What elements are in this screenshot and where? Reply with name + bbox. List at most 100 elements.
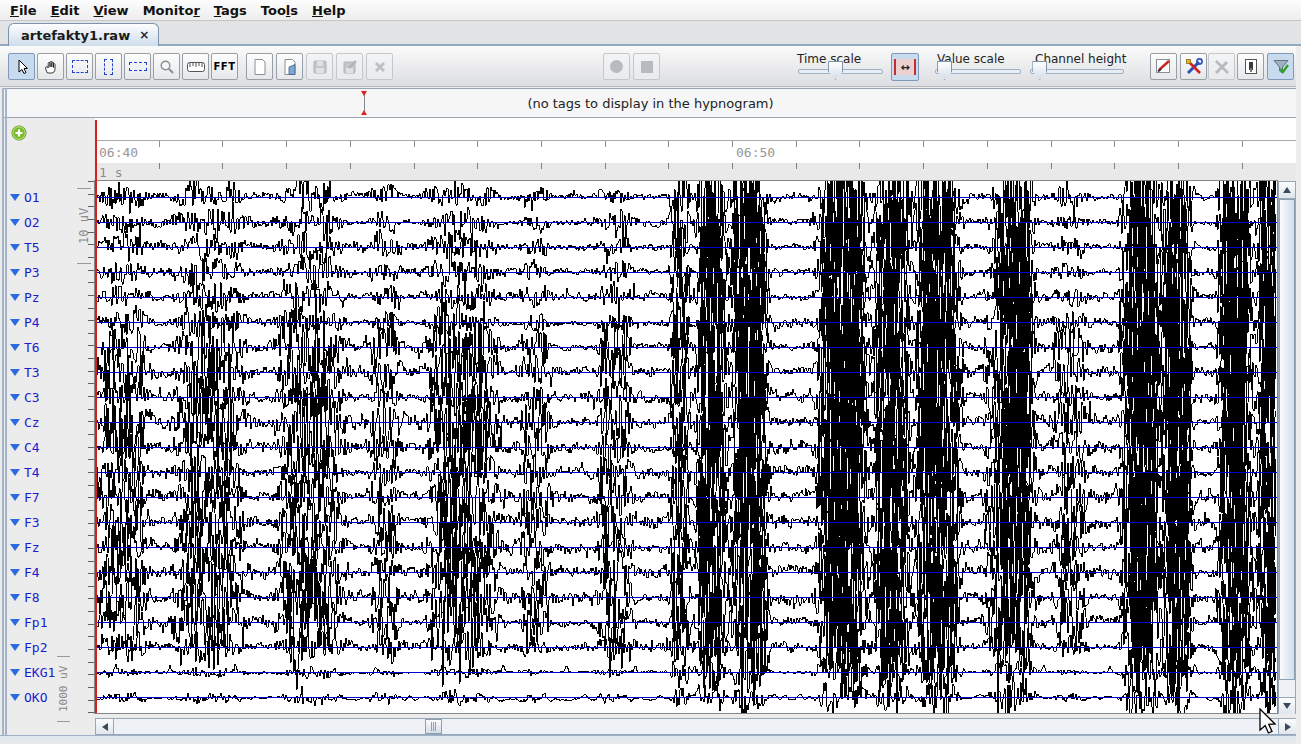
record-monitor-button[interactable] xyxy=(603,53,630,80)
channel-label-O2[interactable]: O2 xyxy=(10,214,40,230)
channel-label-OKO[interactable]: OKO xyxy=(10,689,47,705)
channel-dropdown-icon[interactable] xyxy=(10,669,20,676)
select-page-tool-button[interactable] xyxy=(66,53,93,80)
vertical-scrollbar[interactable] xyxy=(1278,181,1296,714)
select-channel-tool-button[interactable] xyxy=(124,53,151,80)
scroll-up-button[interactable] xyxy=(1279,182,1295,199)
horizontal-scrollbar-thumb[interactable] xyxy=(425,719,442,734)
channel-label-Pz[interactable]: Pz xyxy=(10,289,40,305)
tab-title: artefakty1.raw xyxy=(21,28,130,43)
preferences-tools-button[interactable] xyxy=(1180,53,1207,80)
menu-edit[interactable]: Edit xyxy=(51,3,80,18)
save-tag-button[interactable] xyxy=(306,53,333,80)
channel-dropdown-icon[interactable] xyxy=(10,269,20,276)
filters-button[interactable] xyxy=(1267,53,1294,80)
zoom-tool-button[interactable] xyxy=(153,53,180,80)
splitter-handle[interactable] xyxy=(5,88,7,744)
channel-height-slider-thumb[interactable] xyxy=(1032,61,1047,80)
scroll-down-button[interactable] xyxy=(1279,697,1295,714)
channel-label-C3[interactable]: C3 xyxy=(10,389,40,405)
tab-close-icon[interactable]: × xyxy=(139,28,149,42)
channel-label-P4[interactable]: P4 xyxy=(10,314,40,330)
window-bottom-edge xyxy=(0,735,1301,744)
scroll-left-button[interactable] xyxy=(96,719,114,734)
hypnogram-panel[interactable]: (no tags to display in the hypnogram) xyxy=(2,88,1299,118)
channel-dropdown-icon[interactable] xyxy=(10,419,20,426)
channel-label-Fz[interactable]: Fz xyxy=(10,539,40,555)
menu-view[interactable]: View xyxy=(94,3,129,18)
channel-dropdown-icon[interactable] xyxy=(10,194,20,201)
channel-label-F8[interactable]: F8 xyxy=(10,589,40,605)
close-tag-button[interactable] xyxy=(366,53,393,80)
channel-dropdown-icon[interactable] xyxy=(10,494,20,501)
time-tick xyxy=(668,141,669,147)
channel-label-Cz[interactable]: Cz xyxy=(10,414,40,430)
channel-label-F4[interactable]: F4 xyxy=(10,564,40,580)
tab-artefakty1[interactable]: artefakty1.raw × xyxy=(8,23,159,46)
channel-dropdown-icon[interactable] xyxy=(10,469,20,476)
menu-file[interactable]: File xyxy=(10,3,37,18)
splitter-handle[interactable] xyxy=(2,88,4,744)
channel-label-T4[interactable]: T4 xyxy=(10,464,40,480)
second-tick xyxy=(414,163,415,169)
signal-parameters-button[interactable] xyxy=(1150,53,1177,80)
fft-tool-button[interactable]: FFT xyxy=(211,53,238,80)
menu-tags[interactable]: Tags xyxy=(214,3,247,18)
channel-dropdown-icon[interactable] xyxy=(10,294,20,301)
fit-page-toggle-button[interactable]: ↔ xyxy=(891,53,919,81)
horizontal-scrollbar[interactable] xyxy=(95,718,1296,735)
signal-trace-O2 xyxy=(95,181,1276,342)
time-tick xyxy=(1114,141,1115,147)
time-scale-slider-thumb[interactable] xyxy=(828,61,843,80)
channel-dropdown-icon[interactable] xyxy=(10,569,20,576)
save-tag-as-button[interactable] xyxy=(336,53,363,80)
channel-dropdown-icon[interactable] xyxy=(10,394,20,401)
select-block-tool-button[interactable] xyxy=(95,53,122,80)
channel-dropdown-icon[interactable] xyxy=(10,619,20,626)
channel-label-O1[interactable]: O1 xyxy=(10,189,40,205)
value-scale-slider-thumb[interactable] xyxy=(937,61,952,80)
channel-dropdown-icon[interactable] xyxy=(10,594,20,601)
menu-monitor[interactable]: Monitor xyxy=(143,3,200,18)
hypnogram-position-marker[interactable] xyxy=(364,91,365,115)
signal-plot[interactable] xyxy=(94,180,1278,714)
menu-help[interactable]: Help xyxy=(312,3,345,18)
channel-dropdown-icon[interactable] xyxy=(10,319,20,326)
channel-label-Fp2[interactable]: Fp2 xyxy=(10,639,47,655)
second-tick xyxy=(987,163,988,169)
disabled-tools-button[interactable] xyxy=(1208,53,1235,80)
montage-button[interactable] xyxy=(1237,53,1264,80)
open-tag-document-button[interactable] xyxy=(276,53,303,80)
second-tick xyxy=(159,163,160,169)
channel-dropdown-icon[interactable] xyxy=(10,694,20,701)
channel-label-F3[interactable]: F3 xyxy=(10,514,40,530)
channel-dropdown-icon[interactable] xyxy=(10,244,20,251)
scroll-right-button[interactable] xyxy=(1278,719,1296,734)
channel-dropdown-icon[interactable] xyxy=(10,644,20,651)
stop-monitor-button[interactable] xyxy=(633,53,660,80)
channel-dropdown-icon[interactable] xyxy=(10,444,20,451)
channel-label-T3[interactable]: T3 xyxy=(10,364,40,380)
channel-dropdown-icon[interactable] xyxy=(10,219,20,226)
channel-dropdown-icon[interactable] xyxy=(10,519,20,526)
channel-dropdown-icon[interactable] xyxy=(10,544,20,551)
new-tag-document-button[interactable] xyxy=(246,53,273,80)
channel-label-Fp1[interactable]: Fp1 xyxy=(10,614,47,630)
vertical-scrollbar-thumb[interactable] xyxy=(1279,199,1295,680)
second-tick xyxy=(1178,163,1179,169)
channel-label-T6[interactable]: T6 xyxy=(10,339,40,355)
channel-dropdown-icon[interactable] xyxy=(10,344,20,351)
pointer-tool-button[interactable] xyxy=(8,53,35,80)
seconds-ruler-label: 1 s xyxy=(99,165,122,180)
hand-tool-button[interactable] xyxy=(37,53,64,80)
channel-label-F7[interactable]: F7 xyxy=(10,489,40,505)
add-channel-button[interactable] xyxy=(11,125,27,141)
menu-tools[interactable]: Tools xyxy=(261,3,298,18)
channel-label-T5[interactable]: T5 xyxy=(10,239,40,255)
time-tick xyxy=(350,141,351,147)
channel-dropdown-icon[interactable] xyxy=(10,369,20,376)
channel-label-C4[interactable]: C4 xyxy=(10,439,40,455)
ruler-tool-button[interactable] xyxy=(182,53,209,80)
channel-label-P3[interactable]: P3 xyxy=(10,264,40,280)
channel-label-EKG1[interactable]: EKG1 xyxy=(10,664,55,680)
